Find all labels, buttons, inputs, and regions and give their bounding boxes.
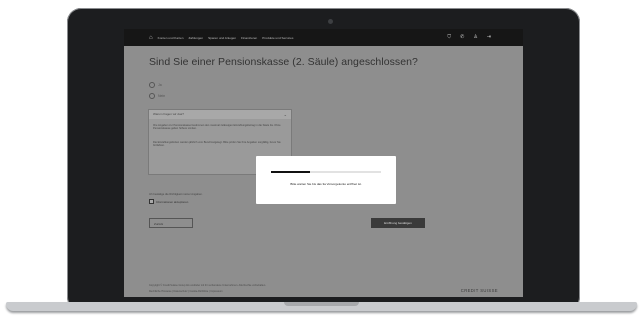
footer-links[interactable]: Rechtliche Hinweise | Datenschutz | Cook… xyxy=(149,290,223,293)
info-paragraph-2: Die Einzahlungslimiten werden jährlich v… xyxy=(153,141,281,148)
accept-checkbox-row[interactable]: Informationen akzeptieren xyxy=(149,199,188,204)
info-paragraph-1: Ihre Angaben zur Pensionskasse bestimmen… xyxy=(153,124,281,131)
brand-logo: CREDIT SUISSE xyxy=(460,288,498,293)
radio-option-no[interactable]: Nein xyxy=(149,93,165,99)
home-icon[interactable]: ⌂ xyxy=(149,35,153,41)
page-footer: Copyright © Credit Suisse Group AG und/o… xyxy=(124,281,523,297)
loading-message: Bitte warten Sie bis das 3a Vorsorgekont… xyxy=(290,182,362,186)
info-accordion-header[interactable]: Warum fragen wir das? ⌄ xyxy=(149,110,291,119)
info-heading: Warum fragen wir das? xyxy=(153,112,184,116)
radio-button[interactable] xyxy=(149,93,155,99)
nav-item-products[interactable]: Produkte und Services xyxy=(262,36,293,40)
top-navigation: ⌂ Konten und Karten Zahlungen Sparen und… xyxy=(124,29,523,46)
nav-icons: ⛉ ✆ ♙ ⇥ xyxy=(447,34,491,40)
back-button[interactable]: Zurück xyxy=(149,218,193,228)
radio-button[interactable] xyxy=(149,82,155,88)
camera-icon xyxy=(328,19,333,24)
phone-icon[interactable]: ✆ xyxy=(460,34,464,40)
confirm-button[interactable]: Eröffnung bestätigen xyxy=(371,218,425,228)
page-title: Sind Sie einer Pensionskasse (2. Säule) … xyxy=(149,56,418,68)
accept-checkbox[interactable] xyxy=(149,199,154,204)
nav-item-saving[interactable]: Sparen und Anlegen xyxy=(208,36,236,40)
screen: ⌂ Konten und Karten Zahlungen Sparen und… xyxy=(124,29,523,297)
nav-item-payments[interactable]: Zahlungen xyxy=(188,36,203,40)
radio-label-no: Nein xyxy=(158,94,166,98)
loading-modal: Bitte warten Sie bis das 3a Vorsorgekont… xyxy=(256,156,396,204)
nav-item-financing[interactable]: Finanzieren xyxy=(241,36,257,40)
laptop-notch xyxy=(284,302,359,306)
checkbox-label: Informationen akzeptieren xyxy=(156,199,189,204)
progress-bar xyxy=(271,171,381,173)
logout-icon[interactable]: ⇥ xyxy=(487,34,491,40)
user-icon[interactable]: ♙ xyxy=(473,34,477,40)
progress-bar-fill xyxy=(271,171,310,173)
nav-item-accounts[interactable]: Konten und Karten xyxy=(158,36,184,40)
confirmation-text: Ich bestätige die Richtigkeit meiner Ang… xyxy=(149,193,203,196)
shield-icon[interactable]: ⛉ xyxy=(447,34,451,40)
chevron-down-icon[interactable]: ⌄ xyxy=(280,110,287,119)
footer-copyright: Copyright © Credit Suisse Group AG und/o… xyxy=(149,284,266,287)
radio-label-yes: Ja xyxy=(158,83,162,87)
radio-option-yes[interactable]: Ja xyxy=(149,82,162,88)
